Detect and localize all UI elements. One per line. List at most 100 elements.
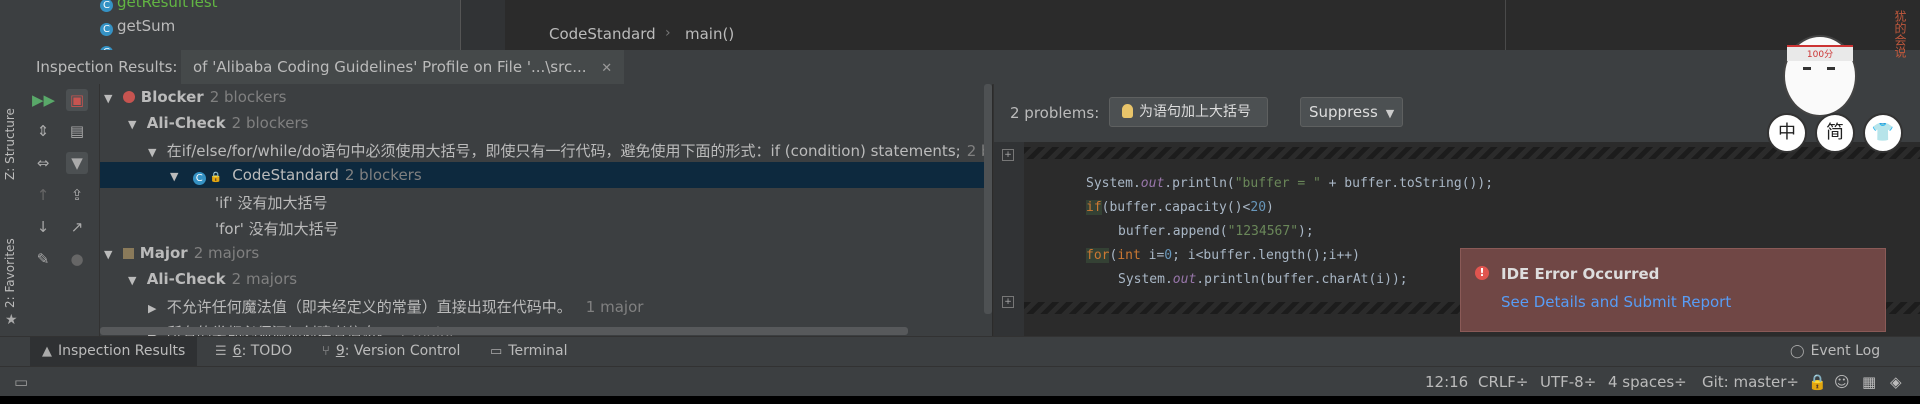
submit-report-link[interactable]: See Details and Submit Report <box>1501 293 1731 311</box>
breadcrumb-item-class[interactable]: CodeStandard <box>549 25 656 43</box>
favorites-tool-button[interactable]: 2: Favorites <box>3 238 17 308</box>
skin-chip[interactable]: 👕 <box>1863 113 1903 153</box>
tree-row-codestandard[interactable]: ▼ C 🔒 CodeStandard 2 blockers <box>100 162 992 188</box>
mascot-eye <box>1803 67 1811 70</box>
lock-icon: 🔒 <box>209 172 223 183</box>
expanded-arrow-icon: ▼ <box>170 170 179 183</box>
code-line: for(int i=0; i<buffer.length();i++) <box>1086 248 1360 263</box>
inspection-icon: ▲ <box>42 344 52 359</box>
event-log-button[interactable]: ◯ Event Log <box>1790 337 1880 367</box>
mascot-face: 100分 <box>1783 35 1857 117</box>
expand-all-icon[interactable]: ⇕ <box>32 120 54 142</box>
problems-count: 2 problems: <box>1010 104 1100 122</box>
inspection-title: Inspection Results: <box>36 58 178 76</box>
divider <box>1505 0 1506 50</box>
memory-icon[interactable]: ▦ <box>1862 373 1876 391</box>
settings-wrench-icon[interactable]: ✎ <box>32 248 54 270</box>
language-chip[interactable]: 中 <box>1767 113 1807 153</box>
tool-window-bar: ▲ Inspection Results ☰ 6: TODO ⑂ 9: Version… <box>0 336 1920 367</box>
simplified-chip[interactable]: 简 <box>1815 113 1855 153</box>
tab-todo[interactable]: ☰ 6: TODO <box>215 337 292 367</box>
screen-edge <box>0 396 1920 404</box>
editor-gutter-top <box>460 0 505 50</box>
close-icon[interactable]: ✕ <box>601 61 612 76</box>
collapsed-arrow-icon: ▶ <box>148 302 157 315</box>
tree-row-alicheck-major[interactable]: ▼ Ali-Check 2 majors <box>100 266 992 292</box>
file-encoding[interactable]: UTF-8÷ <box>1540 373 1596 391</box>
mascot-sticker: 100分 犹的会说 中 简 👕 <box>1745 5 1920 155</box>
code-line: if(buffer.capacity()<20) <box>1086 200 1274 215</box>
mascot-eye <box>1827 67 1835 70</box>
tree-row-blocker[interactable]: ▼ Blocker 2 blockers <box>100 84 992 110</box>
expanded-arrow-icon: ▼ <box>128 274 137 287</box>
blocker-icon <box>122 91 135 103</box>
tree-row-rule-magic[interactable]: ▶ 不允许任何魔法值（即未经定义的常量）直接出现在代码中。 1 major <box>100 292 992 318</box>
tab-terminal[interactable]: ▭ Terminal <box>490 337 567 367</box>
inspection-tree: ▼ Blocker 2 blockers ▼ Ali-Check 2 blocker… <box>100 84 992 336</box>
branch-icon: ⑂ <box>322 344 330 359</box>
class-icon: C <box>100 0 113 12</box>
group-by-severity-icon[interactable]: ▣ <box>66 89 88 111</box>
editor-gutter: + + <box>994 142 1024 336</box>
code-line: System.out.println(buffer.charAt(i)); <box>1118 272 1408 287</box>
tree-row-rule-braces[interactable]: ▼ 在if/else/for/while/do语句中必须使用大括号，即使只有一行… <box>100 136 992 162</box>
left-tool-strip: Z: Structure 2: Favorites ★ <box>0 50 25 336</box>
list-icon: ☰ <box>215 344 227 359</box>
structure-tool-button[interactable]: Z: Structure <box>3 108 17 180</box>
collapse-all-icon[interactable]: ⇔ <box>32 152 54 174</box>
suppress-dropdown[interactable]: Suppress ▼ <box>1300 97 1404 127</box>
event-log-icon: ◯ <box>1790 344 1805 359</box>
notifications-icon[interactable]: ◈ <box>1890 373 1902 391</box>
tree-row-issue-if[interactable]: 'if' 没有加大括号 <box>100 188 992 214</box>
lock-icon[interactable]: 🔒 <box>1808 373 1827 391</box>
vertical-scrollbar[interactable] <box>984 84 992 314</box>
expanded-arrow-icon: ▼ <box>128 118 137 131</box>
breadcrumb-item-method[interactable]: main() <box>685 25 734 43</box>
tree-row-issue-for[interactable]: 'for' 没有加大括号 <box>100 214 992 240</box>
toggle-tool-windows-icon[interactable]: ▭ <box>14 373 28 391</box>
class-icon: C <box>100 23 113 36</box>
code-line: System.out.println("buffer = " + buffer.… <box>1086 176 1494 191</box>
inspection-header: Inspection Results: of 'Alibaba Coding G… <box>24 50 1920 85</box>
line-separator[interactable]: CRLF÷ <box>1478 373 1528 391</box>
group-by-directory-icon[interactable]: ▤ <box>66 120 88 142</box>
inspection-toolbar: ▶▶ ▣ ⇕ ▤ ⇔ ▼ ↑ ⇪ ↓ ↗ ✎ ● <box>24 84 100 336</box>
next-icon[interactable]: ↓ <box>32 216 54 238</box>
previous-icon[interactable]: ↑ <box>32 184 54 206</box>
mascot-headband: 100分 <box>1787 45 1853 61</box>
caret-position[interactable]: 12:16 <box>1425 373 1468 391</box>
project-tree-panel: CgetResultTest CgetSum C <box>0 0 460 52</box>
tab-version-control[interactable]: ⑂ 9: Version Control <box>322 337 460 367</box>
breadcrumb: CodeStandard › main() <box>505 18 1505 50</box>
indent-setting[interactable]: 4 spaces÷ <box>1608 373 1687 391</box>
tree-row-alicheck[interactable]: ▼ Ali-Check 2 blockers <box>100 110 992 136</box>
status-bar: ▭ 12:16 CRLF÷ UTF-8÷ 4 spaces÷ Git: mast… <box>0 366 1920 397</box>
class-icon: C <box>192 172 206 185</box>
error-icon: ! <box>1475 266 1489 280</box>
ide-error-notification[interactable]: ! IDE Error Occurred See Details and Sub… <box>1460 248 1886 332</box>
tab-inspection-profile[interactable]: of 'Alibaba Coding Guidelines' Profile o… <box>181 50 625 84</box>
horizontal-scrollbar[interactable] <box>100 327 908 335</box>
export-icon[interactable]: ⇪ <box>66 184 88 206</box>
terminal-icon: ▭ <box>490 344 503 359</box>
project-tree-item[interactable]: CgetResultTest <box>100 0 218 12</box>
chevron-down-icon: ▼ <box>1385 107 1395 120</box>
open-source-icon[interactable]: ↗ <box>66 216 88 238</box>
ide-error-title: IDE Error Occurred <box>1501 265 1660 283</box>
fold-icon[interactable]: + <box>1002 149 1014 161</box>
code-line: buffer.append("1234567"); <box>1118 224 1314 239</box>
tab-inspection-results[interactable]: ▲ Inspection Results <box>30 337 198 367</box>
fold-icon[interactable]: + <box>1002 296 1014 308</box>
quick-fix-bulb-icon[interactable]: ● <box>66 248 88 270</box>
add-braces-fix-button[interactable]: 为语句加上大括号 <box>1109 97 1268 127</box>
git-branch[interactable]: Git: master÷ <box>1702 373 1799 391</box>
major-icon <box>122 248 134 259</box>
mascot-stamp: 犹的会说 <box>1893 10 1907 58</box>
rerun-icon[interactable]: ▶▶ <box>32 89 55 111</box>
filter-icon[interactable]: ▼ <box>66 152 88 174</box>
hector-icon[interactable]: ☺ <box>1834 373 1850 391</box>
expanded-arrow-icon: ▼ <box>148 146 157 159</box>
project-tree-item[interactable]: CgetSum <box>100 17 175 36</box>
tree-row-major[interactable]: ▼ Major 2 majors <box>100 240 992 266</box>
star-icon[interactable]: ★ <box>5 312 18 328</box>
